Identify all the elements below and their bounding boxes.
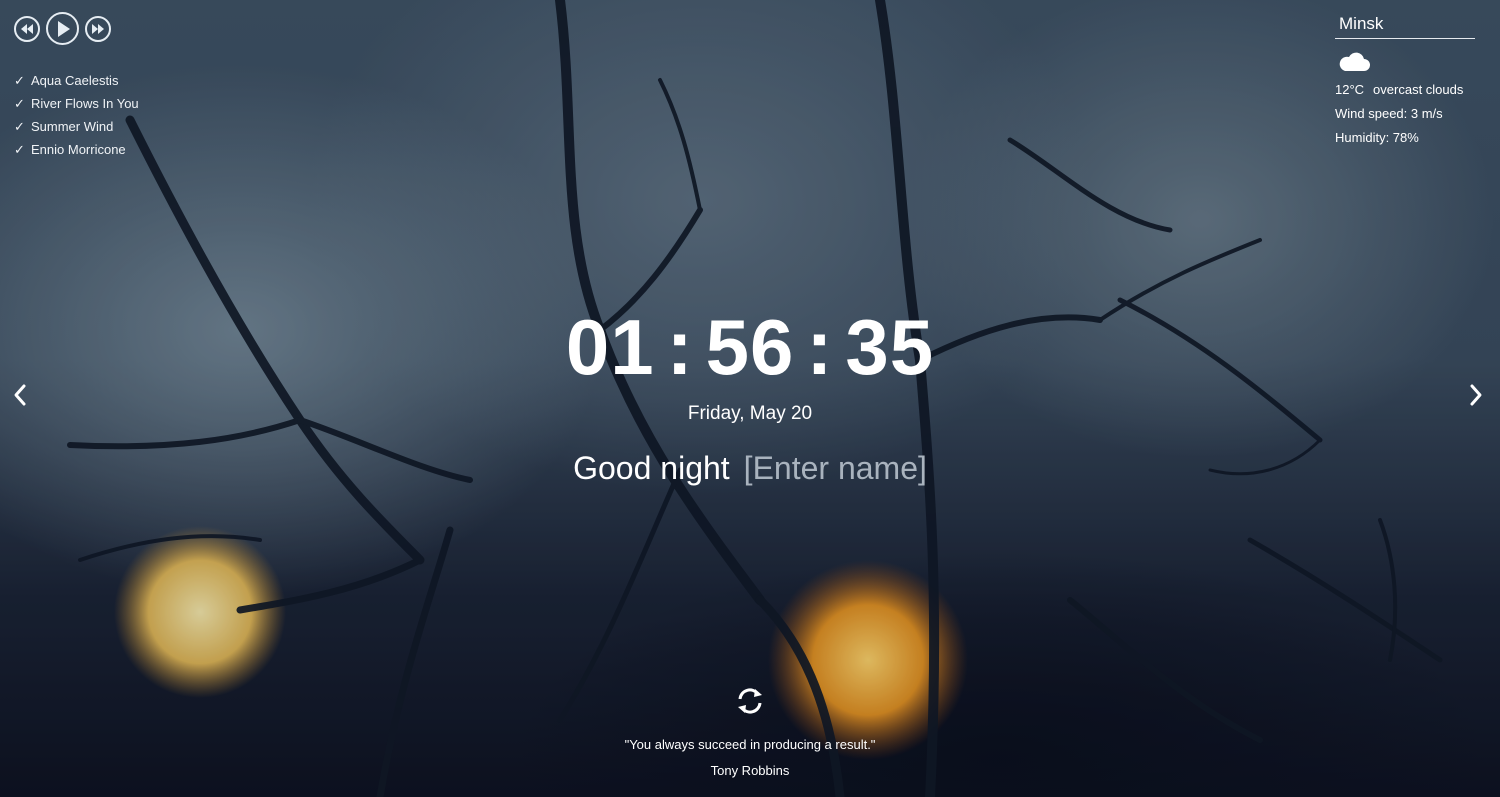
- playlist: ✓ Aqua Caelestis ✓ River Flows In You ✓ Sum…: [14, 69, 139, 161]
- clock-minutes: 56: [705, 303, 795, 391]
- quote-author: Tony Robbins: [710, 763, 790, 778]
- background-image: [0, 0, 1500, 797]
- greeting: Good night [Enter name]: [0, 450, 1500, 487]
- refresh-quote-button[interactable]: [734, 685, 766, 717]
- weather-widget: Minsk 12°C overcast clouds Wind speed: 3 …: [1335, 12, 1475, 150]
- playlist-item[interactable]: ✓ Aqua Caelestis: [14, 69, 139, 92]
- check-icon: ✓: [14, 119, 25, 134]
- play-icon: [57, 20, 70, 37]
- fast-forward-icon: [92, 23, 104, 34]
- clock: 01:56:35: [0, 302, 1500, 392]
- date: Friday, May 20: [687, 403, 813, 424]
- city-input[interactable]: Minsk: [1335, 12, 1475, 39]
- player-controls: [14, 12, 139, 45]
- weather-description: overcast clouds: [1373, 82, 1464, 97]
- clock-seconds: 35: [845, 303, 935, 391]
- humidity: Humidity: 78%: [1335, 130, 1419, 145]
- fast-forward-button[interactable]: [85, 15, 111, 42]
- playlist-item[interactable]: ✓ River Flows In You: [14, 92, 139, 115]
- track-title: Summer Wind: [31, 119, 114, 134]
- check-icon: ✓: [14, 96, 25, 111]
- rewind-icon: [21, 23, 33, 34]
- rewind-button[interactable]: [14, 15, 40, 42]
- track-title: Ennio Morricone: [31, 142, 126, 157]
- clock-hours: 01: [565, 303, 655, 391]
- cloud-icon: [1339, 52, 1370, 71]
- temperature: 12°C: [1335, 82, 1365, 97]
- playlist-item[interactable]: ✓ Summer Wind: [14, 115, 139, 138]
- check-icon: ✓: [14, 73, 25, 88]
- clock-separator: :: [806, 303, 834, 391]
- track-title: River Flows In You: [31, 96, 139, 111]
- audio-player: ✓ Aqua Caelestis ✓ River Flows In You ✓ Sum…: [14, 12, 139, 161]
- clock-separator: :: [666, 303, 694, 391]
- playlist-item[interactable]: ✓ Ennio Morricone: [14, 138, 139, 161]
- quote-text: "You always succeed in producing a resul…: [624, 737, 876, 752]
- check-icon: ✓: [14, 142, 25, 157]
- track-title: Aqua Caelestis: [31, 73, 119, 88]
- wind-speed: Wind speed: 3 m/s: [1335, 106, 1443, 121]
- refresh-icon: [738, 688, 762, 714]
- name-input[interactable]: [Enter name]: [744, 450, 927, 486]
- weather-summary: 12°C overcast clouds: [1335, 78, 1475, 102]
- greeting-text: Good night: [573, 450, 730, 486]
- play-button[interactable]: [46, 12, 79, 45]
